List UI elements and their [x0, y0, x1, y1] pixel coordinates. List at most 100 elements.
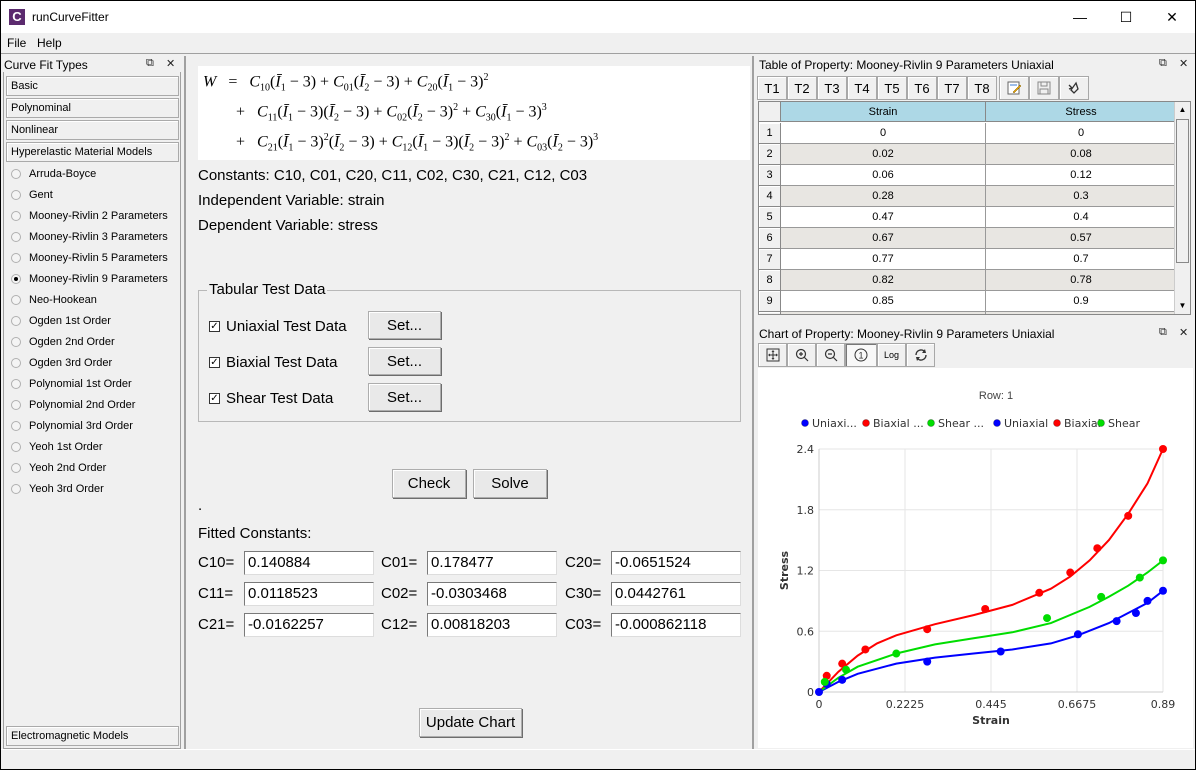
biaxial-checkbox[interactable]: ✓ [209, 357, 220, 368]
model-option[interactable]: Polynomial 2nd Order [11, 396, 135, 414]
log-scale-button[interactable]: Log [877, 343, 906, 367]
radio-button[interactable] [11, 253, 21, 263]
model-option[interactable]: Arruda-Boyce [11, 165, 96, 183]
shear-set-button[interactable]: Set... [368, 383, 441, 411]
table-tab[interactable]: T8 [967, 76, 997, 100]
radio-button[interactable] [11, 358, 21, 368]
close-button[interactable]: ✕ [1149, 1, 1195, 33]
radio-button[interactable] [11, 421, 21, 431]
constant-value-field[interactable]: -0.0651524 [611, 551, 741, 575]
minimize-button[interactable]: — [1057, 1, 1103, 33]
row-header[interactable]: 2 [759, 144, 781, 165]
table-float-icon[interactable]: ⧉ [1159, 57, 1167, 70]
table-tab[interactable]: T4 [847, 76, 877, 100]
constant-value-field[interactable]: 0.0442761 [611, 582, 741, 606]
save-icon[interactable] [1029, 76, 1059, 100]
biaxial-set-button[interactable]: Set... [368, 347, 441, 375]
table-tab[interactable]: T5 [877, 76, 907, 100]
stress-cell[interactable]: 0.08 [986, 144, 1177, 165]
strain-cell[interactable]: 0.85 [781, 291, 986, 312]
column-header-strain[interactable]: Strain [781, 102, 986, 122]
model-option[interactable]: Yeoh 3rd Order [11, 480, 104, 498]
table-row[interactable]: 6 0.67 0.57 [759, 228, 1177, 249]
model-option[interactable]: Mooney-Rivlin 5 Parameters [11, 249, 168, 267]
table-scrollbar[interactable]: ▲ ▼ [1174, 102, 1190, 314]
table-tab[interactable]: T7 [937, 76, 967, 100]
uniaxial-checkbox[interactable]: ✓ [209, 321, 220, 332]
constant-value-field[interactable]: 0.178477 [427, 551, 557, 575]
splitter-right[interactable] [752, 56, 754, 749]
maximize-button[interactable]: ☐ [1103, 1, 1149, 33]
scroll-thumb[interactable] [1176, 119, 1189, 263]
model-option[interactable]: Mooney-Rivlin 3 Parameters [11, 228, 168, 246]
constant-value-field[interactable]: -0.0303468 [427, 582, 557, 606]
category-basic[interactable]: Basic [6, 76, 179, 96]
model-option[interactable]: Neo-Hookean [11, 291, 97, 309]
scroll-up-icon[interactable]: ▲ [1175, 102, 1190, 118]
stress-cell[interactable]: 0.9 [986, 291, 1177, 312]
table-row[interactable]: 2 0.02 0.08 [759, 144, 1177, 165]
zoom-out-icon[interactable] [816, 343, 845, 367]
table-row[interactable]: 8 0.82 0.78 [759, 270, 1177, 291]
category-hyperelastic[interactable]: Hyperelastic Material Models [6, 142, 179, 162]
column-header-stress[interactable]: Stress [986, 102, 1177, 122]
table-row[interactable]: 9 0.85 0.9 [759, 291, 1177, 312]
row-header[interactable]: 8 [759, 270, 781, 291]
category-polynominal[interactable]: Polynominal [6, 98, 179, 118]
clear-icon[interactable] [1059, 76, 1089, 100]
row-header[interactable]: 3 [759, 165, 781, 186]
model-option[interactable]: Yeoh 2nd Order [11, 459, 106, 477]
stress-cell[interactable]: 0.57 [986, 228, 1177, 249]
stress-cell[interactable]: 0.3 [986, 186, 1177, 207]
table-tab[interactable]: T2 [787, 76, 817, 100]
uniaxial-set-button[interactable]: Set... [368, 311, 441, 339]
strain-cell[interactable]: 0.06 [781, 165, 986, 186]
model-option[interactable]: Polynomial 3rd Order [11, 417, 133, 435]
radio-button[interactable] [11, 442, 21, 452]
chart-close-icon[interactable]: ✕ [1179, 326, 1188, 339]
check-button[interactable]: Check [392, 469, 466, 498]
strain-cell[interactable]: 0 [781, 123, 986, 144]
strain-cell[interactable]: 0.47 [781, 207, 986, 228]
table-row[interactable]: 4 0.28 0.3 [759, 186, 1177, 207]
zoom-in-icon[interactable] [787, 343, 816, 367]
constant-value-field[interactable]: 0.140884 [244, 551, 374, 575]
stress-cell[interactable]: 0.12 [986, 165, 1177, 186]
model-option[interactable]: Yeoh 1st Order [11, 438, 103, 456]
strain-cell[interactable]: 0.82 [781, 270, 986, 291]
fit-view-icon[interactable] [758, 343, 787, 367]
float-icon[interactable]: ⧉ [146, 57, 154, 70]
table-close-icon[interactable]: ✕ [1179, 57, 1188, 70]
row-header[interactable]: 4 [759, 186, 781, 207]
edit-icon[interactable] [999, 76, 1029, 100]
row-header[interactable]: 1 [759, 123, 781, 144]
constant-value-field[interactable]: -0.0162257 [244, 613, 374, 637]
close-panel-icon[interactable]: ✕ [166, 57, 175, 70]
radio-button[interactable] [11, 274, 21, 284]
splitter-left[interactable] [184, 56, 186, 749]
table-row[interactable]: 5 0.47 0.4 [759, 207, 1177, 228]
model-option[interactable]: Polynomial 1st Order [11, 375, 132, 393]
category-nonlinear[interactable]: Nonlinear [6, 120, 179, 140]
info-icon[interactable]: 1 [845, 343, 877, 367]
row-header[interactable]: 6 [759, 228, 781, 249]
radio-button[interactable] [11, 295, 21, 305]
radio-button[interactable] [11, 484, 21, 494]
row-header[interactable]: 9 [759, 291, 781, 312]
stress-cell[interactable]: 0 [986, 123, 1177, 144]
table-tab[interactable]: T1 [757, 76, 787, 100]
model-option[interactable]: Ogden 2nd Order [11, 333, 115, 351]
stress-cell[interactable]: 0.7 [986, 249, 1177, 270]
update-chart-button[interactable]: Update Chart [419, 708, 522, 737]
radio-button[interactable] [11, 190, 21, 200]
model-option[interactable]: Mooney-Rivlin 9 Parameters [11, 270, 168, 288]
table-tab[interactable]: T3 [817, 76, 847, 100]
menu-file[interactable]: File [7, 36, 26, 50]
refresh-icon[interactable] [906, 343, 935, 367]
constant-value-field[interactable]: -0.000862118 [611, 613, 741, 637]
table-row[interactable]: 3 0.06 0.12 [759, 165, 1177, 186]
table-row[interactable]: 7 0.77 0.7 [759, 249, 1177, 270]
chart-float-icon[interactable]: ⧉ [1159, 326, 1167, 339]
scroll-down-icon[interactable]: ▼ [1175, 298, 1190, 314]
strain-cell[interactable]: 0.28 [781, 186, 986, 207]
